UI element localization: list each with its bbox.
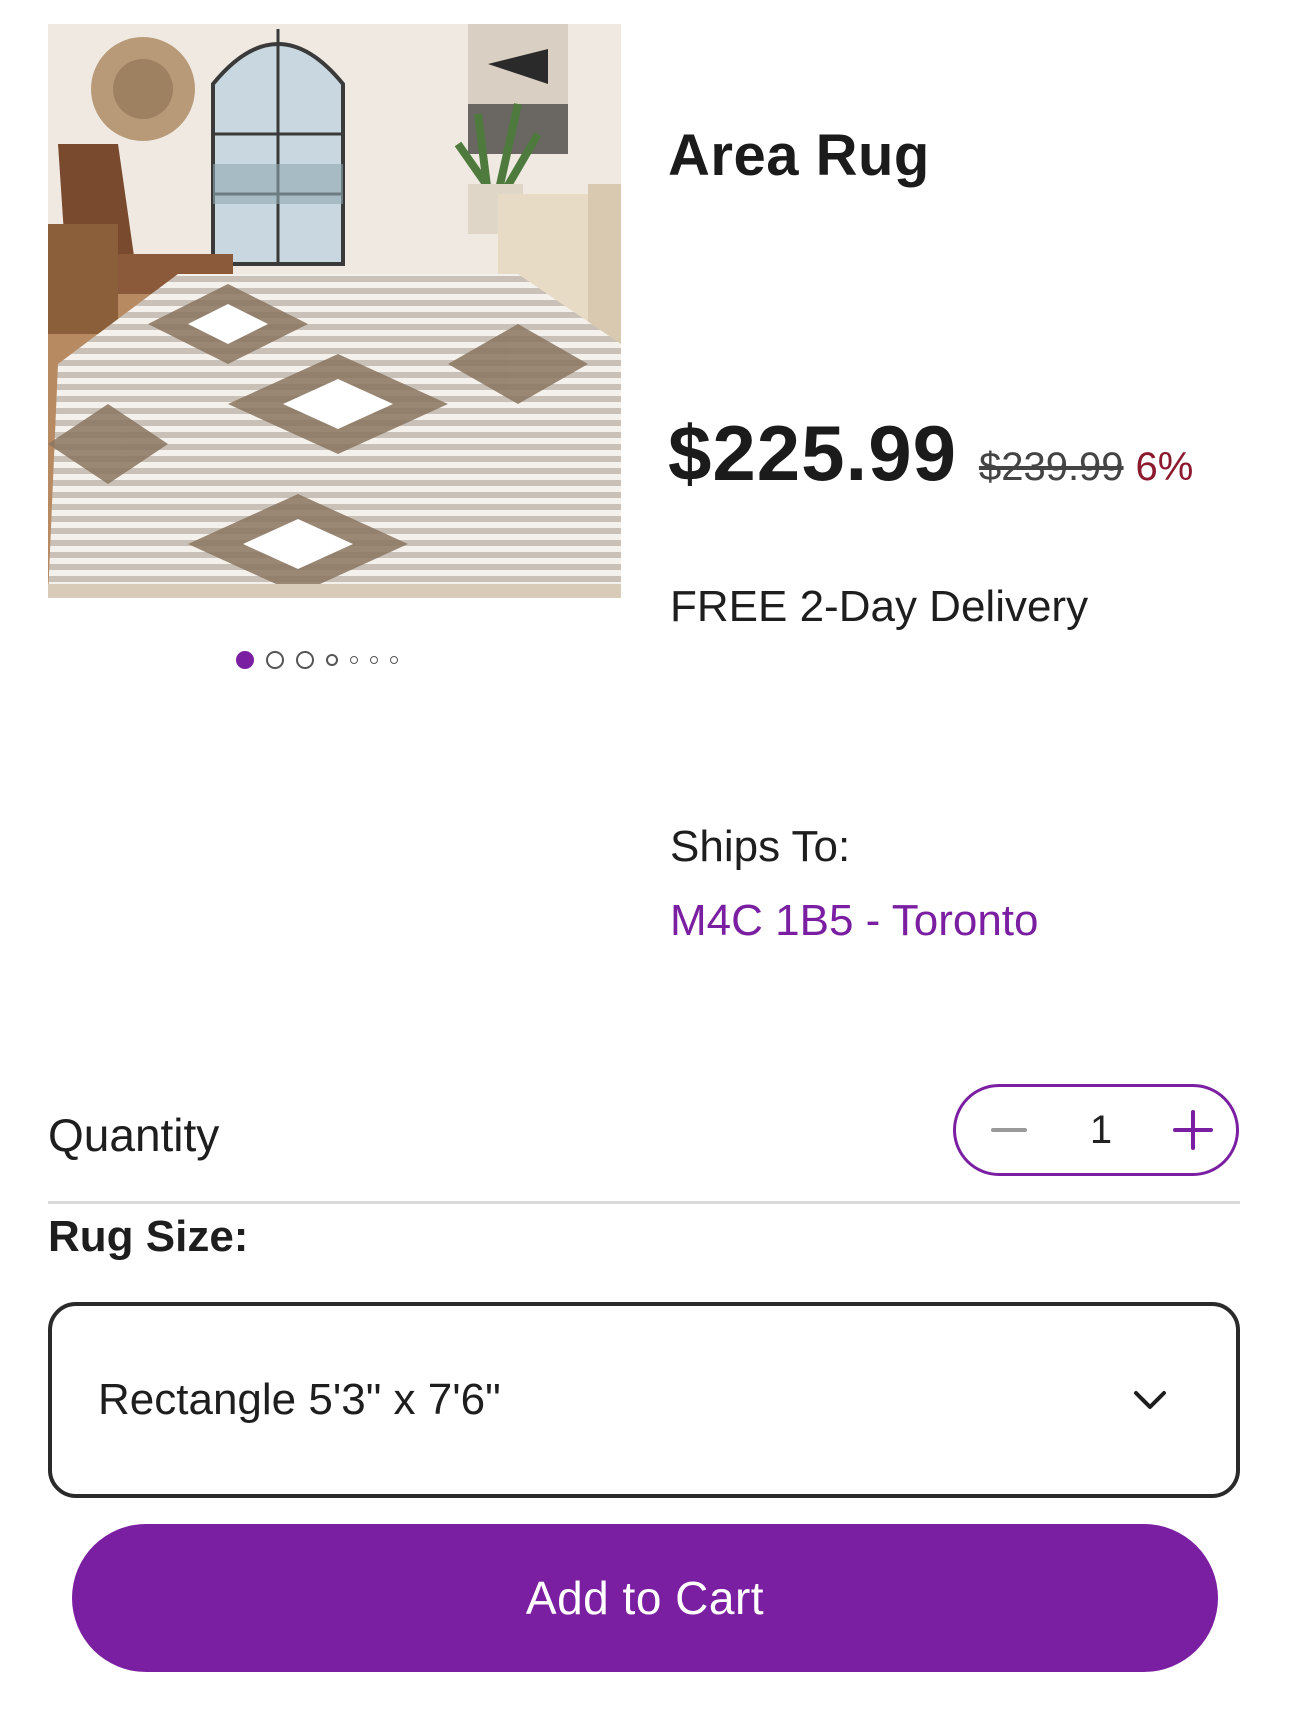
carousel-dot[interactable] [326,654,338,666]
current-price: $225.99 [668,409,957,497]
price-row: $225.99 $239.99 6% [668,408,1193,499]
image-carousel-dots [236,648,398,672]
rug-size-select[interactable]: Rectangle 5'3" x 7'6" [48,1302,1240,1498]
add-to-cart-button[interactable]: Add to Cart [72,1524,1218,1672]
chevron-down-icon [1134,1391,1166,1409]
carousel-dot[interactable] [370,656,378,664]
rug-size-selected-value: Rectangle 5'3" x 7'6" [98,1375,501,1424]
divider [48,1201,1240,1204]
product-title: Area Rug [668,123,930,188]
increase-quantity-button[interactable] [1168,1105,1218,1155]
carousel-dot[interactable] [390,656,398,664]
rug-photo [48,24,621,598]
discount-percent: 6% [1135,445,1194,489]
ships-to-label: Ships To: [670,822,851,871]
carousel-dot[interactable] [296,651,314,669]
ships-to-location-link[interactable]: M4C 1B5 - Toronto [670,896,1038,946]
minus-icon [991,1128,1027,1132]
plus-icon [1173,1110,1213,1150]
rug-size-label: Rug Size: [48,1212,249,1261]
quantity-value[interactable]: 1 [1090,1108,1112,1153]
carousel-dot[interactable] [266,651,284,669]
delivery-info: FREE 2-Day Delivery [670,582,1089,631]
quantity-label: Quantity [48,1109,220,1161]
quantity-stepper: 1 [953,1084,1239,1176]
original-price: $239.99 [978,445,1124,489]
product-image[interactable] [48,24,621,598]
carousel-dot[interactable] [350,656,358,664]
carousel-dot[interactable] [236,651,254,669]
decrease-quantity-button[interactable] [984,1105,1034,1155]
